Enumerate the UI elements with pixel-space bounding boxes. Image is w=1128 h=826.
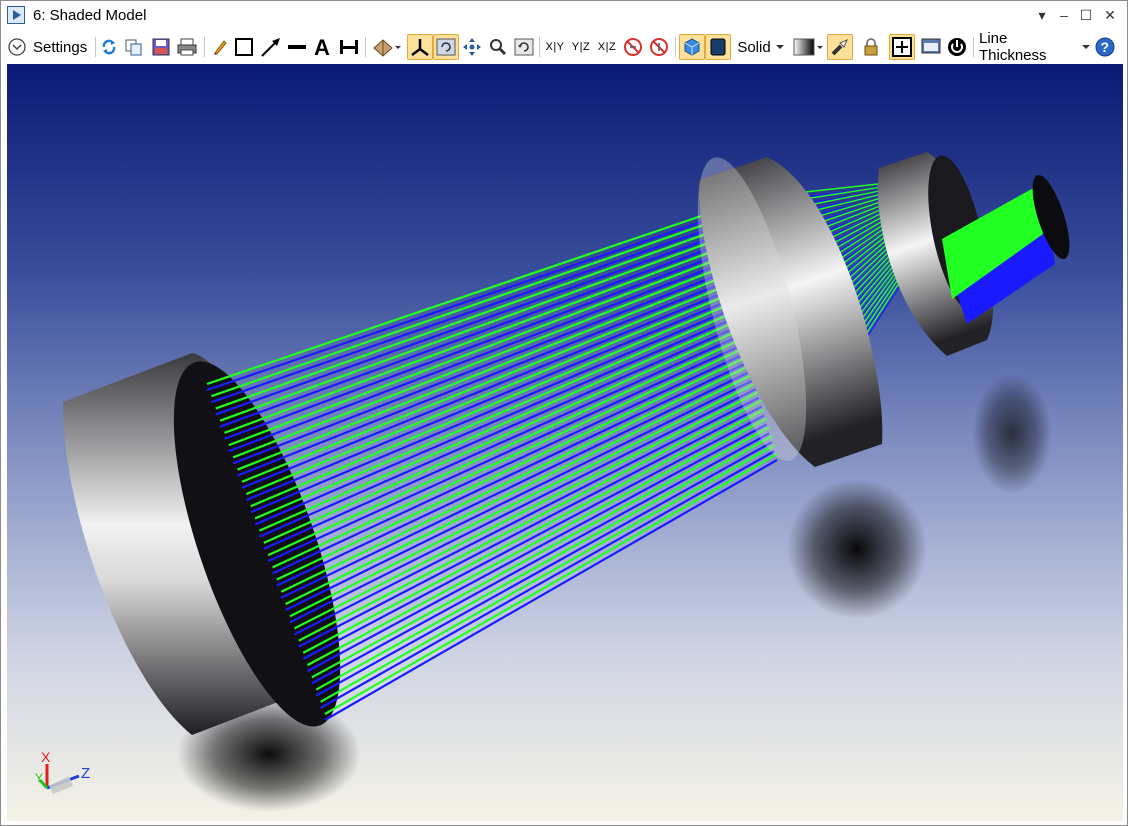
ray-green xyxy=(241,284,729,483)
power-icon xyxy=(948,38,966,56)
reset-view-icon xyxy=(514,38,534,56)
axis-label-z: Z xyxy=(81,765,90,782)
yz-view-button[interactable]: Y|Z xyxy=(569,34,593,60)
shaded-model-window: 6: Shaded Model ▾ – ☐ ✕ Settings A X|Y Y… xyxy=(0,0,1128,826)
no-spin-icon xyxy=(650,38,668,56)
chevron-circle-icon xyxy=(8,38,26,56)
printer-icon xyxy=(177,38,197,56)
ray-green xyxy=(315,435,773,691)
solid-block-icon xyxy=(710,38,726,56)
axes-icon xyxy=(411,39,429,56)
lens2-shadow xyxy=(787,479,927,619)
power-button[interactable] xyxy=(945,34,969,60)
axis-label-y: Y xyxy=(35,771,43,785)
draw-mode-dropdown[interactable]: Solid xyxy=(735,34,787,60)
window-options-icon xyxy=(921,38,941,54)
rectangle-icon xyxy=(235,38,253,56)
line-thickness-label: Line Thickness xyxy=(979,30,1047,64)
pan-arrows-icon xyxy=(463,38,481,56)
save-image-icon xyxy=(152,38,170,56)
arrow-button[interactable] xyxy=(259,34,283,60)
gradient-swatch-icon xyxy=(793,38,823,56)
svg-text:?: ? xyxy=(1101,39,1110,55)
rectangle-button[interactable] xyxy=(233,34,255,60)
text-button[interactable]: A xyxy=(311,34,335,60)
title-bar: 6: Shaded Model ▾ – ☐ ✕ xyxy=(1,1,1127,31)
save-button[interactable] xyxy=(149,34,173,60)
arrow-icon xyxy=(261,38,280,57)
dimension-button[interactable] xyxy=(337,34,361,60)
rotate-off-button[interactable] xyxy=(621,34,645,60)
pencil-icon xyxy=(214,40,227,55)
view-cube-icon xyxy=(373,39,401,57)
toolbar: Settings A X|Y Y|Z X|Z Solid Line Thickn… xyxy=(1,30,1127,64)
refresh-icon xyxy=(102,39,116,55)
svg-text:A: A xyxy=(314,36,330,58)
axis-label-x: X xyxy=(41,749,51,765)
magnifier-icon xyxy=(490,39,507,56)
app-icon xyxy=(7,6,25,24)
settings-button[interactable]: Settings xyxy=(7,34,89,60)
lens3-shadow xyxy=(972,374,1052,494)
line-thickness-dropdown[interactable]: Line Thickness xyxy=(979,30,1091,64)
cube-icon xyxy=(684,38,700,56)
draw-mode-label: Solid xyxy=(737,38,771,56)
axes-view-button[interactable] xyxy=(407,34,433,60)
xz-view-button[interactable]: X|Z xyxy=(595,34,619,60)
maximize-button[interactable]: ☐ xyxy=(1075,5,1097,25)
dropdown-button[interactable]: ▾ xyxy=(1031,5,1053,25)
window-title: 6: Shaded Model xyxy=(33,7,147,24)
solid-view-button[interactable] xyxy=(705,34,731,60)
copy-icon xyxy=(125,39,142,56)
3d-viewport[interactable]: X Y Z xyxy=(7,64,1123,821)
minimize-button[interactable]: – xyxy=(1053,5,1075,25)
dimension-icon xyxy=(340,40,358,54)
pencil-button[interactable] xyxy=(209,34,231,60)
fit-screen-icon xyxy=(892,37,912,57)
no-rotate-icon xyxy=(624,38,642,56)
lock-icon xyxy=(864,38,878,56)
xy-view-button[interactable]: X|Y xyxy=(543,34,567,60)
settings-label: Settings xyxy=(33,38,88,56)
chevron-down-icon xyxy=(775,45,784,49)
ray-blue xyxy=(215,236,713,416)
help-button[interactable]: ? xyxy=(1093,34,1117,60)
copy-button[interactable] xyxy=(123,34,145,60)
background-color-dropdown[interactable] xyxy=(791,34,825,60)
shaded-view-button[interactable] xyxy=(679,34,705,60)
zoom-button[interactable] xyxy=(487,34,509,60)
line-icon xyxy=(288,45,306,49)
lock-button[interactable] xyxy=(859,34,883,60)
help-icon: ? xyxy=(1095,37,1115,57)
optical-scene: X Y Z xyxy=(35,152,1070,812)
spin-off-button[interactable] xyxy=(647,34,671,60)
refresh-button[interactable] xyxy=(99,34,119,60)
reset-view-button[interactable] xyxy=(513,34,535,60)
rotate-icon xyxy=(436,38,456,56)
view-presets-dropdown[interactable] xyxy=(369,34,403,60)
pan-button[interactable] xyxy=(461,34,483,60)
rotate-view-button[interactable] xyxy=(433,34,459,60)
window-options-button[interactable] xyxy=(919,34,943,60)
flashlight-icon xyxy=(831,39,848,56)
layout-button[interactable] xyxy=(889,34,915,60)
line-button[interactable] xyxy=(285,34,309,60)
chevron-down-icon xyxy=(1082,45,1091,49)
lighting-button[interactable] xyxy=(827,34,853,60)
text-icon: A xyxy=(314,36,330,58)
close-button[interactable]: ✕ xyxy=(1099,5,1121,25)
axis-triad: X Y Z xyxy=(35,749,90,794)
print-button[interactable] xyxy=(175,34,199,60)
